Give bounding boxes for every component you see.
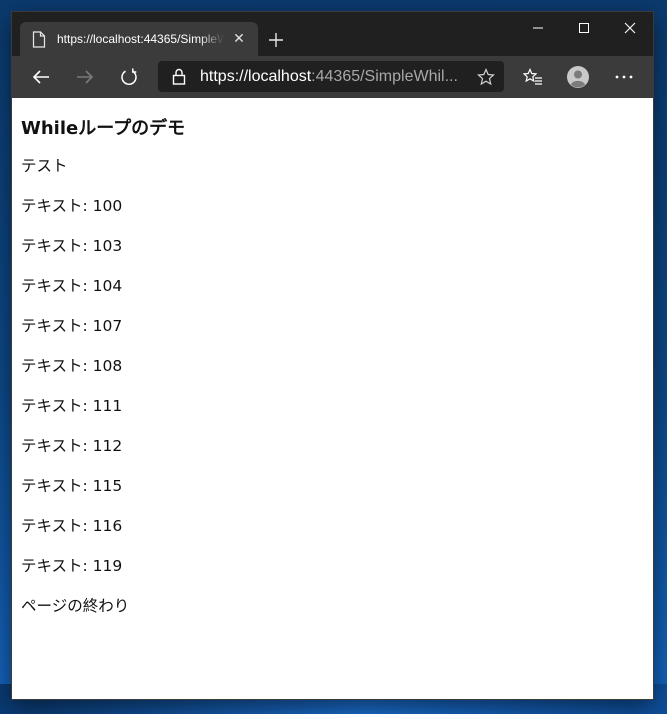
minimize-button[interactable]: [515, 12, 561, 44]
arrow-right-icon: [77, 70, 94, 84]
page-content: Whileループのデモ テスト テキスト: 100 テキスト: 103 テキスト…: [12, 98, 653, 699]
page-heading: Whileループのデモ: [21, 118, 186, 139]
maximize-button[interactable]: [561, 12, 607, 44]
more-icon: [615, 75, 633, 79]
browser-window: https://localhost:44365/SimpleWhileLoop …: [12, 12, 653, 699]
tab-title: https://localhost:44365/SimpleWhileLoop: [57, 32, 224, 46]
page-line: テスト: [21, 157, 68, 175]
page-line: テキスト: 111: [21, 397, 123, 415]
page-line: テキスト: 100: [21, 197, 123, 215]
browser-tab[interactable]: https://localhost:44365/SimpleWhileLoop …: [20, 22, 258, 56]
page-line: テキスト: 119: [21, 557, 123, 575]
navigation-toolbar: https://localhost:44365/SimpleWhil...: [12, 56, 653, 98]
refresh-icon: [121, 68, 137, 85]
arrow-left-icon: [32, 70, 49, 84]
page-line: テキスト: 104: [21, 277, 123, 295]
star-icon[interactable]: [476, 67, 496, 87]
page-line: テキスト: 116: [21, 517, 123, 535]
forward-button[interactable]: [69, 61, 101, 93]
favorites-icon: [523, 68, 542, 85]
favorites-button[interactable]: [517, 61, 549, 93]
minimize-icon: [533, 27, 543, 29]
lock-icon[interactable]: [170, 68, 188, 86]
page-line: テキスト: 107: [21, 317, 123, 335]
close-window-button[interactable]: [607, 12, 653, 44]
back-button[interactable]: [25, 61, 57, 93]
profile-button[interactable]: [562, 61, 594, 93]
address-bar[interactable]: https://localhost:44365/SimpleWhil...: [158, 61, 504, 92]
page-line: テキスト: 103: [21, 237, 123, 255]
page-icon: [30, 30, 48, 48]
new-tab-button[interactable]: [264, 28, 288, 52]
title-bar: https://localhost:44365/SimpleWhileLoop …: [12, 12, 653, 56]
page-line: テキスト: 112: [21, 437, 123, 455]
more-button[interactable]: [608, 61, 640, 93]
url-text[interactable]: https://localhost:44365/SimpleWhil...: [200, 68, 470, 86]
maximize-icon: [579, 23, 589, 33]
page-line: テキスト: 108: [21, 357, 123, 375]
plus-icon: [269, 33, 283, 47]
page-line: テキスト: 115: [21, 477, 123, 495]
page-line: ページの終わり: [21, 597, 130, 615]
url-path: :44365/SimpleWhil...: [311, 67, 458, 85]
refresh-button[interactable]: [113, 61, 145, 93]
close-tab-icon[interactable]: ✕: [230, 30, 248, 48]
close-icon: [624, 22, 636, 34]
profile-icon: [567, 66, 589, 88]
url-host: https://localhost: [200, 67, 312, 85]
